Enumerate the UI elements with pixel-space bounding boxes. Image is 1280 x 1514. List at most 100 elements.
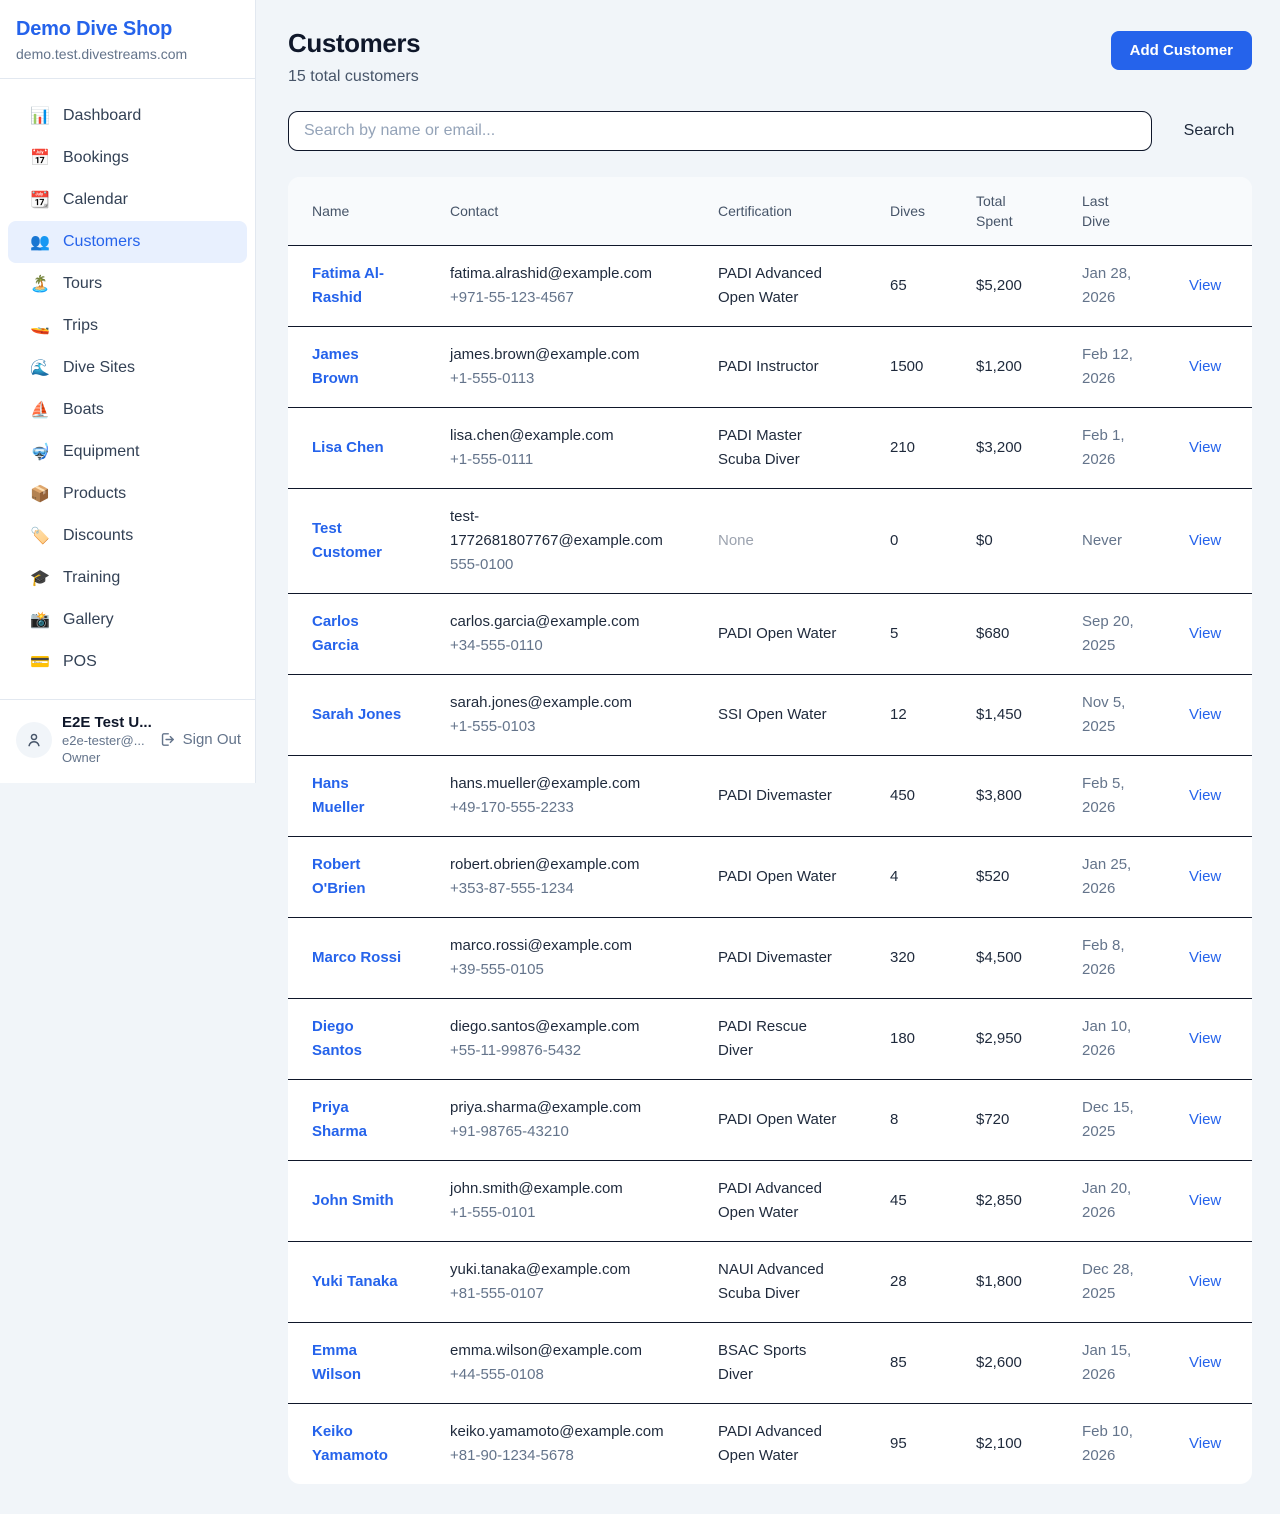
sidebar-item-boats[interactable]: ⛵ Boats [8,389,247,431]
customer-name-link[interactable]: Yuki Tanaka [312,1270,398,1294]
sidebar-item-calendar[interactable]: 📆 Calendar [8,179,247,221]
view-customer-link[interactable]: View [1189,1354,1221,1371]
customer-phone: +81-90-1234-5678 [450,1444,686,1468]
sidebar-item-label: Discounts [63,527,133,545]
sidebar-item-training[interactable]: 🎓 Training [8,557,247,599]
customer-total-spent: $1,200 [960,327,1066,408]
customer-last-dive: Feb 10, 2026 [1082,1420,1146,1468]
sidebar-item-products[interactable]: 📦 Products [8,473,247,515]
view-customer-link[interactable]: View [1189,868,1221,885]
customer-phone: 555-0100 [450,553,686,577]
sidebar-item-equipment[interactable]: 🤿 Equipment [8,431,247,473]
sidebar-item-dive-sites[interactable]: 🌊 Dive Sites [8,347,247,389]
customer-last-dive: Jan 20, 2026 [1082,1177,1146,1225]
customer-total-spent: $720 [960,1080,1066,1161]
view-customer-link[interactable]: View [1189,787,1221,804]
view-customer-link[interactable]: View [1189,439,1221,456]
view-customer-link[interactable]: View [1189,1030,1221,1047]
sidebar-item-discounts[interactable]: 🏷️ Discounts [8,515,247,557]
view-customer-link[interactable]: View [1189,706,1221,723]
view-customer-link[interactable]: View [1189,1273,1221,1290]
customer-last-dive: Jan 28, 2026 [1082,262,1146,310]
customer-name-link[interactable]: Carlos Garcia [312,610,404,658]
sidebar-item-label: Dive Sites [63,359,135,377]
customer-phone: +55-11-99876-5432 [450,1039,686,1063]
sign-out-button[interactable]: Sign Out [159,731,241,748]
customer-email: test-1772681807767@example.com [450,505,668,553]
customer-phone: +1-555-0103 [450,715,686,739]
user-icon [25,731,43,749]
customer-certification: PADI Rescue Diver [718,1015,838,1063]
customer-name-link[interactable]: Fatima Al-Rashid [312,262,404,310]
sidebar-item-trips[interactable]: 🚤 Trips [8,305,247,347]
view-customer-link[interactable]: View [1189,1111,1221,1128]
customer-count: 15 total customers [288,68,420,86]
customer-name-link[interactable]: Emma Wilson [312,1339,404,1387]
view-customer-link[interactable]: View [1189,625,1221,642]
sign-out-label: Sign Out [183,731,241,748]
view-customer-link[interactable]: View [1189,949,1221,966]
view-customer-link[interactable]: View [1189,532,1221,549]
sailboat-icon: ⛵ [30,400,50,420]
view-customer-link[interactable]: View [1189,277,1221,294]
sidebar-nav: 📊 Dashboard 📅 Bookings 📆 Calendar 👥 Cust… [0,79,255,691]
tear-off-calendar-icon: 📆 [30,190,50,210]
sidebar-item-dashboard[interactable]: 📊 Dashboard [8,95,247,137]
customer-name-link[interactable]: Hans Mueller [312,772,404,820]
customer-dives: 28 [874,1242,960,1323]
customer-name-link[interactable]: John Smith [312,1189,394,1213]
table-row: Test Customer test-1772681807767@example… [288,489,1252,594]
search-input[interactable] [288,111,1152,151]
customer-name-link[interactable]: Sarah Jones [312,703,401,727]
customer-total-spent: $680 [960,594,1066,675]
customer-dives: 0 [874,489,960,594]
customer-total-spent: $3,800 [960,756,1066,837]
search-button[interactable]: Search [1166,114,1252,148]
customer-dives: 95 [874,1404,960,1485]
customer-dives: 4 [874,837,960,918]
sidebar-item-label: Dashboard [63,107,141,125]
column-header-contact: Contact [434,177,702,246]
column-header-last-dive: Last Dive [1066,177,1173,246]
customer-email: hans.mueller@example.com [450,772,668,796]
sidebar-item-label: Calendar [63,191,128,209]
column-header-dives: Dives [874,177,960,246]
customer-phone: +353-87-555-1234 [450,877,686,901]
camera-flash-icon: 📸 [30,610,50,630]
customer-name-link[interactable]: Keiko Yamamoto [312,1420,404,1468]
view-customer-link[interactable]: View [1189,1435,1221,1452]
customer-last-dive: Feb 1, 2026 [1082,424,1146,472]
sidebar-item-tours[interactable]: 🏝️ Tours [8,263,247,305]
customer-dives: 1500 [874,327,960,408]
people-icon: 👥 [30,232,50,252]
table-row: Lisa Chen lisa.chen@example.com +1-555-0… [288,408,1252,489]
customer-certification: PADI Open Water [718,622,836,646]
sidebar-item-bookings[interactable]: 📅 Bookings [8,137,247,179]
customer-email: carlos.garcia@example.com [450,610,668,634]
customer-certification: SSI Open Water [718,703,827,727]
sidebar-item-customers[interactable]: 👥 Customers [8,221,247,263]
customer-name-link[interactable]: Priya Sharma [312,1096,404,1144]
customer-email: lisa.chen@example.com [450,424,668,448]
sidebar-item-gallery[interactable]: 📸 Gallery [8,599,247,641]
customer-name-link[interactable]: Robert O'Brien [312,853,404,901]
customer-name-link[interactable]: Test Customer [312,517,404,565]
customer-email: diego.santos@example.com [450,1015,668,1039]
customer-name-link[interactable]: Lisa Chen [312,436,384,460]
customer-name-link[interactable]: James Brown [312,343,404,391]
add-customer-button[interactable]: Add Customer [1111,31,1252,70]
customer-last-dive: Dec 15, 2025 [1082,1096,1146,1144]
customer-phone: +49-170-555-2233 [450,796,686,820]
view-customer-link[interactable]: View [1189,1192,1221,1209]
customer-certification: PADI Divemaster [718,784,832,808]
wave-icon: 🌊 [30,358,50,378]
view-customer-link[interactable]: View [1189,358,1221,375]
sidebar-item-pos[interactable]: 💳 POS [8,641,247,683]
table-row: Keiko Yamamoto keiko.yamamoto@example.co… [288,1404,1252,1485]
customer-total-spent: $2,850 [960,1161,1066,1242]
customer-phone: +81-555-0107 [450,1282,686,1306]
customer-name-link[interactable]: Diego Santos [312,1015,404,1063]
customer-name-link[interactable]: Marco Rossi [312,946,401,970]
customer-dives: 210 [874,408,960,489]
table-row: Fatima Al-Rashid fatima.alrashid@example… [288,246,1252,327]
